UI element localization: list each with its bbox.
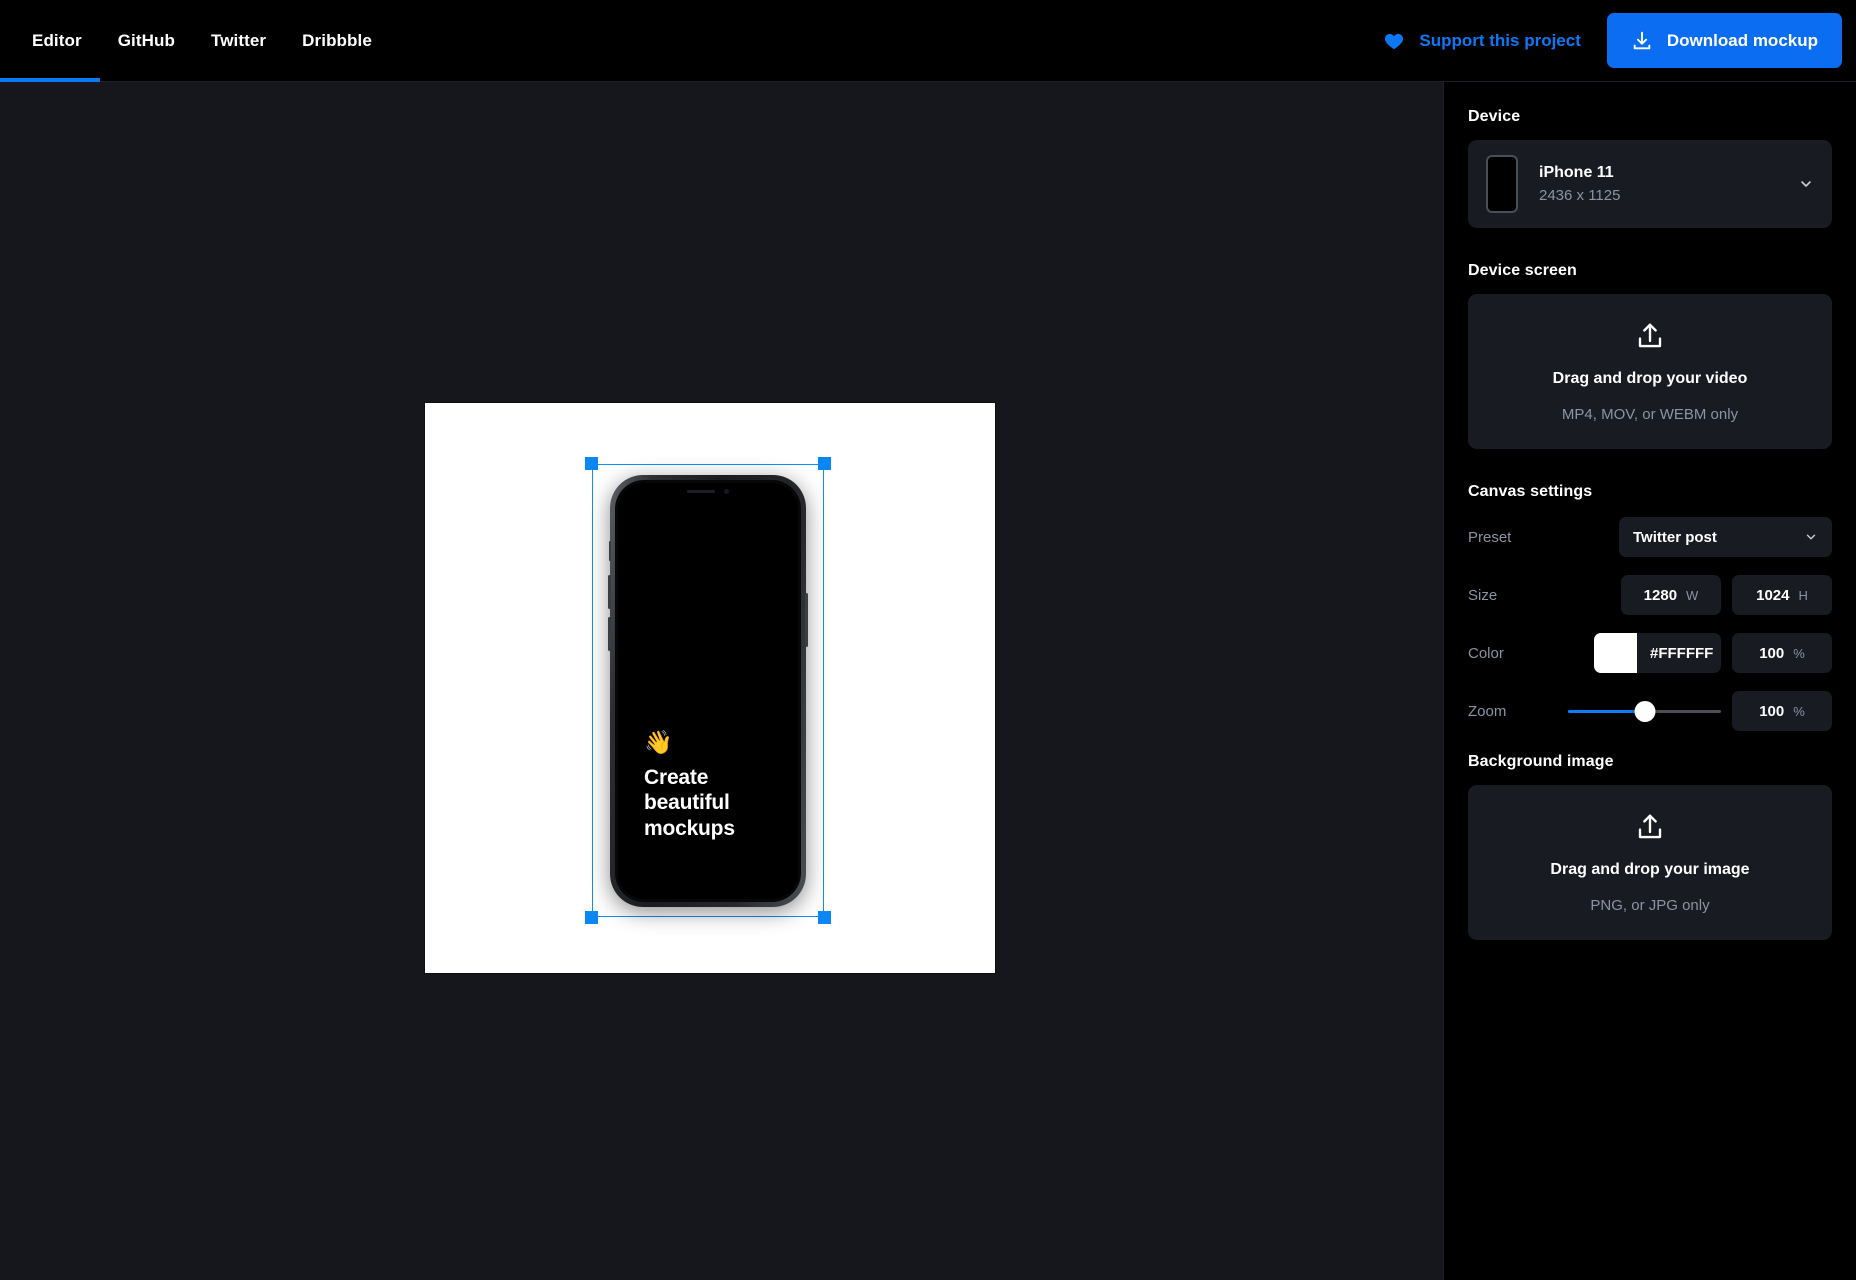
upload-icon — [1638, 323, 1662, 347]
preset-controls: Twitter post — [1619, 517, 1832, 557]
color-opacity-value: 100 — [1759, 644, 1785, 662]
screen-headline-line-3: mockups — [644, 816, 735, 840]
size-label: Size — [1468, 586, 1498, 604]
device-screen-dropzone[interactable]: Drag and drop your video MP4, MOV, or WE… — [1468, 294, 1832, 449]
color-controls: #FFFFFF 100 % — [1594, 633, 1832, 673]
canvas-height-value: 1024 — [1756, 586, 1790, 604]
device-resolution: 2436 x 1125 — [1539, 187, 1621, 204]
device-info: iPhone 11 2436 x 1125 — [1539, 164, 1620, 204]
download-mockup-label: Download mockup — [1666, 30, 1818, 50]
front-camera-icon — [724, 489, 729, 494]
background-image-dropzone[interactable]: Drag and drop your image PNG, or JPG onl… — [1468, 785, 1832, 940]
tab-editor-label: Editor — [32, 30, 82, 50]
phone-power-button — [805, 593, 808, 647]
phone-volume-up-button — [608, 575, 611, 609]
device-section-title: Device — [1468, 108, 1521, 125]
device-screen-section-title: Device screen — [1468, 262, 1577, 279]
chevron-down-icon — [1806, 534, 1816, 540]
screen-headline-line-1: Create — [644, 765, 709, 789]
device-name: iPhone 11 — [1539, 164, 1614, 181]
waving-hand-icon: 👋 — [644, 728, 673, 755]
zoom-row: Zoom 100 % — [1468, 689, 1832, 733]
nav-tabs: Editor GitHub Twitter Dribbble — [0, 0, 390, 82]
color-opacity-unit: % — [1793, 645, 1805, 661]
settings-sidebar: Device iPhone 11 2436 x 1125 Device scre… — [1443, 82, 1856, 1280]
zoom-controls: 100 % — [1568, 691, 1832, 731]
color-row: Color #FFFFFF 100 % — [1468, 631, 1832, 675]
zoom-unit: % — [1793, 703, 1805, 719]
download-mockup-button[interactable]: Download mockup — [1606, 13, 1842, 68]
device-screen-dropzone-sub: MP4, MOV, or WEBM only — [1561, 405, 1739, 423]
phone-silent-switch — [609, 541, 611, 561]
tab-github-label: GitHub — [117, 30, 175, 50]
background-image-section-title: Background image — [1468, 753, 1614, 770]
download-icon — [1633, 31, 1651, 49]
size-controls: 1280 W 1024 H — [1621, 575, 1832, 615]
zoom-slider[interactable] — [1568, 691, 1721, 731]
tab-dribbble-label: Dribbble — [302, 30, 372, 50]
canvas-workspace[interactable]: 👋 Create beautiful mockups — [0, 82, 1443, 1280]
support-project-label: Support this project — [1419, 30, 1581, 50]
color-label: Color — [1468, 644, 1504, 662]
tab-twitter-label: Twitter — [210, 30, 267, 50]
earpiece-speaker-icon — [687, 490, 715, 493]
device-selector[interactable]: iPhone 11 2436 x 1125 — [1468, 140, 1832, 228]
phone-bezel: 👋 Create beautiful mockups — [615, 480, 801, 902]
canvas-width-value: 1280 — [1643, 586, 1678, 604]
color-swatch[interactable] — [1594, 633, 1637, 673]
support-project-link[interactable]: Support this project — [1366, 30, 1597, 52]
resize-handle-top-left[interactable] — [585, 457, 598, 470]
preset-row: Preset Twitter post — [1468, 515, 1832, 559]
resize-handle-top-right[interactable] — [818, 457, 831, 470]
mockup-selection[interactable]: 👋 Create beautiful mockups — [585, 457, 831, 924]
top-bar-actions: Support this project Download mockup — [1366, 0, 1856, 82]
background-image-dropzone-main: Drag and drop your image — [1550, 860, 1750, 878]
zoom-value-input[interactable]: 100 % — [1732, 691, 1832, 731]
phone-screen[interactable]: 👋 Create beautiful mockups — [618, 483, 798, 899]
size-row: Size 1280 W 1024 H — [1468, 573, 1832, 617]
zoom-label: Zoom — [1468, 702, 1507, 720]
heart-icon — [1385, 33, 1404, 49]
chevron-down-icon — [1801, 181, 1811, 187]
device-thumbnail-icon — [1486, 155, 1518, 213]
background-image-dropzone-sub: PNG, or JPG only — [1590, 896, 1710, 914]
zoom-slider-thumb[interactable] — [1634, 700, 1655, 722]
canvas-height-unit: H — [1798, 587, 1808, 603]
canvas-width-unit: W — [1686, 587, 1699, 603]
preset-label: Preset — [1468, 528, 1512, 546]
canvas-height-input[interactable]: 1024 H — [1732, 575, 1832, 615]
preset-select[interactable]: Twitter post — [1619, 517, 1832, 557]
color-hex-value: #FFFFFF — [1650, 644, 1714, 662]
upload-icon — [1638, 814, 1662, 838]
resize-handle-bottom-left[interactable] — [585, 911, 598, 924]
screen-headline: Create beautiful mockups — [644, 765, 784, 841]
resize-handle-bottom-right[interactable] — [818, 911, 831, 924]
zoom-value: 100 — [1759, 702, 1785, 720]
screen-content: 👋 Create beautiful mockups — [644, 728, 784, 841]
tab-editor[interactable]: Editor — [0, 0, 100, 82]
tab-github[interactable]: GitHub — [100, 0, 193, 82]
tab-dribbble[interactable]: Dribbble — [284, 0, 390, 82]
top-navigation-bar: Editor GitHub Twitter Dribbble Support t… — [0, 0, 1856, 82]
phone-volume-down-button — [608, 617, 611, 651]
canvas-color-input[interactable]: #FFFFFF — [1594, 633, 1721, 673]
phone-notch — [669, 483, 747, 500]
canvas-settings-title: Canvas settings — [1468, 483, 1593, 500]
canvas-color-opacity-input[interactable]: 100 % — [1732, 633, 1832, 673]
phone-mockup[interactable]: 👋 Create beautiful mockups — [608, 475, 808, 907]
app-root: Editor GitHub Twitter Dribbble Support t… — [0, 0, 1856, 1280]
screen-headline-line-2: beautiful — [644, 791, 730, 815]
device-screen-dropzone-main: Drag and drop your video — [1552, 369, 1748, 387]
tab-twitter[interactable]: Twitter — [193, 0, 284, 82]
preset-select-value: Twitter post — [1633, 528, 1717, 546]
canvas-width-input[interactable]: 1280 W — [1621, 575, 1721, 615]
